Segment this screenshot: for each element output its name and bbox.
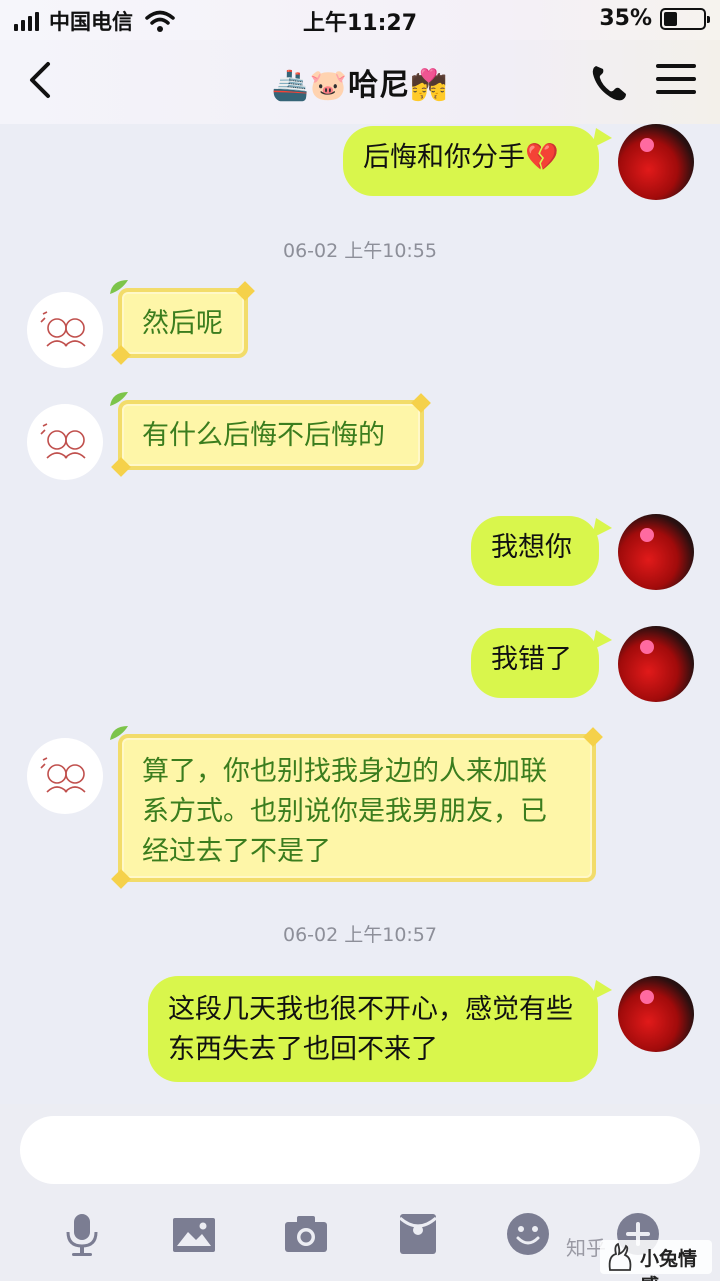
message-bubble-outgoing[interactable]: 我错了 xyxy=(471,628,599,698)
timestamp: 06-02 上午10:55 xyxy=(282,240,437,262)
image-icon[interactable] xyxy=(170,1210,218,1258)
battery-fill xyxy=(664,11,677,26)
avatar-partner[interactable] xyxy=(27,404,103,480)
bubble-tail xyxy=(592,630,612,650)
nav-bar: 🚢🐷哈尼💏 xyxy=(0,40,720,124)
status-right: 35% xyxy=(599,6,710,31)
red-envelope-icon[interactable] xyxy=(394,1210,442,1258)
menu-icon[interactable] xyxy=(656,64,696,100)
message-bubble-outgoing[interactable]: 我想你 xyxy=(471,516,599,586)
phone-icon[interactable] xyxy=(586,60,632,106)
watermark-brand: 小兔情感 xyxy=(640,1248,698,1281)
bubble-tail xyxy=(592,980,612,1000)
emoji-icon[interactable] xyxy=(504,1210,552,1258)
avatar-me[interactable] xyxy=(618,626,694,702)
status-bar: 中国电信 上午11:27 35% xyxy=(0,0,720,40)
message-bubble-incoming[interactable]: 有什么后悔不后悔的 xyxy=(118,400,424,470)
couple-sketch-icon xyxy=(40,423,86,459)
rabbit-logo-icon xyxy=(608,1242,632,1271)
avatar-partner[interactable] xyxy=(27,738,103,814)
battery-icon xyxy=(660,7,710,30)
avatar-me[interactable] xyxy=(618,124,694,200)
bubble-tail xyxy=(592,128,612,148)
couple-sketch-icon xyxy=(40,757,86,793)
battery-percent: 35% xyxy=(599,6,652,31)
bubble-tail xyxy=(592,518,612,538)
microphone-icon[interactable] xyxy=(58,1210,106,1258)
message-input[interactable] xyxy=(20,1116,700,1184)
timestamp: 06-02 上午10:57 xyxy=(282,924,437,946)
couple-sketch-icon xyxy=(40,311,86,347)
message-bubble-incoming[interactable]: 算了，你也别找我身边的人来加联系方式。也别说你是我男朋友，已经过去了不是了 xyxy=(118,734,596,882)
avatar-me[interactable] xyxy=(618,976,694,1052)
avatar-me[interactable] xyxy=(618,514,694,590)
message-bubble-outgoing[interactable]: 后悔和你分手💔 xyxy=(343,126,599,196)
message-bubble-outgoing[interactable]: 这段几天我也很不开心，感觉有些东西失去了也回不来了 xyxy=(148,976,598,1082)
avatar-partner[interactable] xyxy=(27,292,103,368)
chat-area[interactable]: 后悔和你分手💔 06-02 上午10:55 然后呢 有什么后悔不后悔的 我想你 … xyxy=(0,124,720,1104)
message-bubble-incoming[interactable]: 然后呢 xyxy=(118,288,248,358)
watermark-logo: 小兔情感 xyxy=(600,1240,712,1281)
camera-icon[interactable] xyxy=(282,1210,330,1258)
